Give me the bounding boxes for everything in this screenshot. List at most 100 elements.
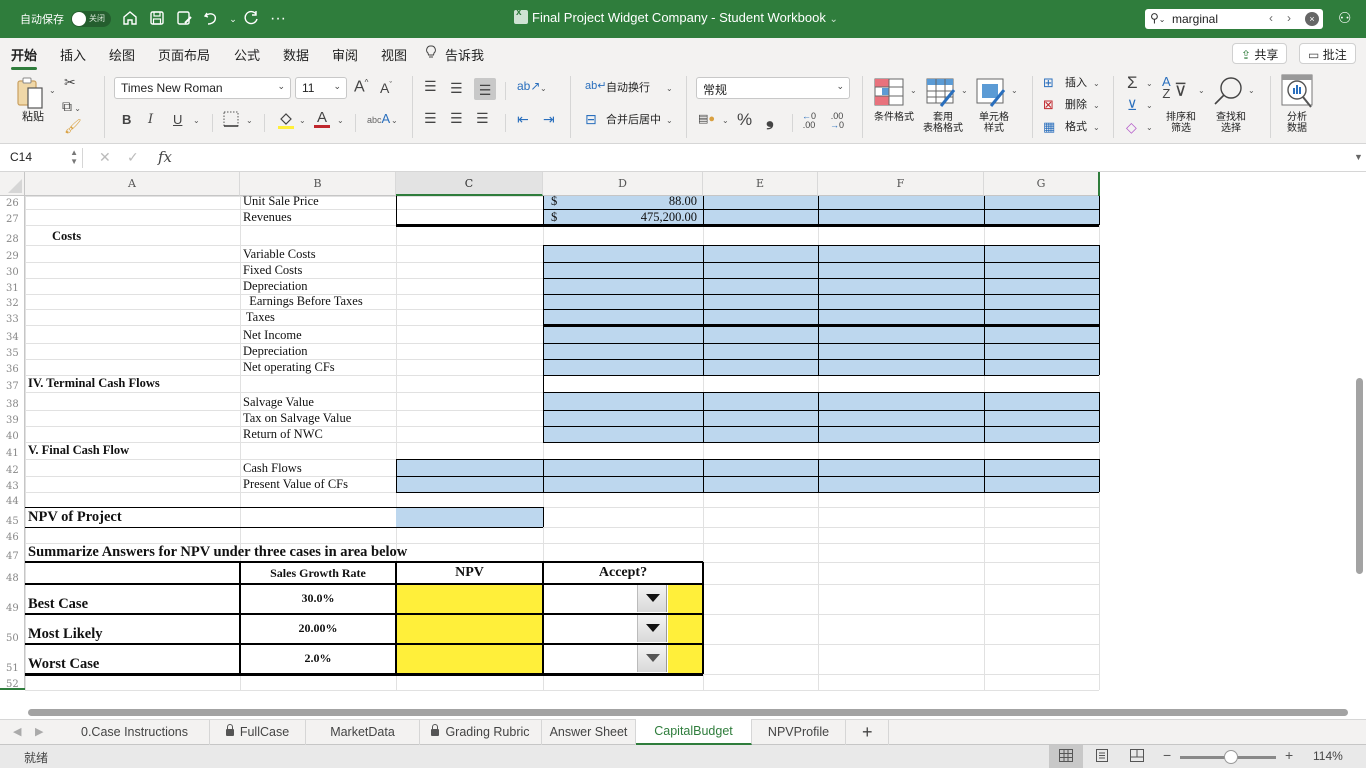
confirm-formula-icon[interactable]: ✓ (127, 149, 139, 166)
sheet-tab-answer-sheet[interactable]: Answer Sheet (542, 720, 636, 745)
sort-filter-dropdown-icon[interactable]: ⌄ (1198, 86, 1205, 95)
sort-filter-icon[interactable]: AZ (1162, 75, 1171, 100)
accounting-format-icon[interactable]: ▤● (698, 112, 715, 125)
tab-review[interactable]: 审阅 (332, 45, 358, 64)
expand-formula-bar-icon[interactable]: ▼ (1354, 152, 1363, 162)
italic-button[interactable]: I (148, 112, 153, 127)
row-header[interactable]: 29 (0, 245, 25, 262)
phonetic-icon[interactable]: abcA (367, 111, 390, 126)
vertical-scrollbar[interactable] (1356, 378, 1363, 574)
sheet-tab-grading-rubric[interactable]: Grading Rubric (420, 720, 542, 745)
decrease-decimal-icon[interactable]: .00 →0 (830, 112, 844, 130)
tab-insert[interactable]: 插入 (60, 45, 86, 64)
tab-page-layout[interactable]: 页面布局 (158, 45, 210, 64)
input-cell-range[interactable] (543, 245, 1099, 375)
find-select-dropdown-icon[interactable]: ⌄ (1248, 86, 1255, 95)
formula-input[interactable] (182, 148, 1347, 168)
row-header[interactable]: 35 (0, 343, 25, 359)
row-header[interactable]: 37 (0, 375, 25, 392)
autosum-icon[interactable]: Σ (1127, 73, 1138, 93)
font-size-dropdown[interactable]: 11 ⌄ (295, 77, 347, 99)
fill-icon[interactable]: ⊻ (1127, 97, 1137, 114)
column-header-a[interactable]: A (25, 172, 240, 196)
dropdown-arrow-icon[interactable] (637, 615, 667, 642)
search-next-icon[interactable]: › (1287, 11, 1291, 25)
align-left-icon[interactable]: ☰ (424, 110, 437, 127)
row-header[interactable]: 50 (0, 614, 25, 644)
row-header[interactable]: 36 (0, 359, 25, 375)
wrap-text-icon[interactable]: ab↵ (585, 79, 606, 92)
conditional-format-dropdown-icon[interactable]: ⌄ (910, 86, 917, 95)
row-header[interactable]: 51 (0, 644, 25, 674)
row-header[interactable]: 49 (0, 584, 25, 614)
row-header[interactable]: 42 (0, 459, 25, 476)
delete-dropdown-icon[interactable]: ⌄ (1093, 101, 1100, 110)
tab-view[interactable]: 视图 (381, 45, 407, 64)
zoom-in-button[interactable]: + (1285, 747, 1293, 763)
increase-indent-icon[interactable]: ⇥ (543, 111, 555, 128)
row-header[interactable]: 46 (0, 527, 25, 543)
row-header[interactable]: 26 (0, 196, 25, 209)
spreadsheet-grid[interactable]: ABCDEFG 26 Unit Sale Price $88.00 27 Revenue… (0, 172, 1366, 702)
increase-font-icon[interactable]: A^ (354, 78, 368, 96)
npv-value[interactable] (396, 644, 543, 674)
npv-value[interactable] (396, 614, 543, 644)
row-header[interactable]: 43 (0, 476, 25, 492)
format-dropdown-icon[interactable]: ⌄ (1093, 123, 1100, 132)
underline-dropdown-icon[interactable]: ⌄ (193, 116, 200, 125)
number-format-dropdown[interactable]: 常规 ⌄ (696, 77, 850, 99)
accept-answer-cell[interactable] (668, 584, 703, 614)
decrease-indent-icon[interactable]: ⇤ (517, 111, 529, 128)
align-center-icon[interactable]: ☰ (450, 110, 463, 127)
row-header[interactable]: 38 (0, 392, 25, 410)
autosave-toggle[interactable]: 关闭 (71, 11, 111, 27)
zoom-slider-handle[interactable] (1224, 750, 1238, 764)
row-header[interactable]: 28 (0, 225, 25, 245)
font-name-dropdown[interactable]: Times New Roman ⌄ (114, 77, 291, 99)
sheet-tab-0-case-instructions[interactable]: 0.Case Instructions (60, 720, 210, 745)
zoom-out-button[interactable]: − (1163, 747, 1171, 763)
accept-value[interactable] (547, 644, 635, 674)
align-right-icon[interactable]: ☰ (476, 110, 489, 127)
format-cells-icon[interactable]: ▦ (1043, 119, 1055, 135)
row-header[interactable]: 39 (0, 410, 25, 426)
name-box[interactable]: C14 ▲ ▼ (4, 148, 83, 168)
row-header[interactable]: 44 (0, 492, 25, 507)
share-button[interactable]: ⇪ 共享 (1232, 43, 1288, 64)
wrap-text-dropdown-icon[interactable]: ⌄ (666, 84, 673, 93)
document-title[interactable]: Final Project Widget Company - Student W… (514, 7, 838, 25)
search-icon[interactable]: ⚲⌄ (1150, 11, 1166, 25)
column-header-c[interactable]: C (396, 172, 543, 196)
cancel-formula-icon[interactable]: ✕ (99, 149, 111, 166)
row-header[interactable]: 30 (0, 262, 25, 278)
filter-icon[interactable]: ⊽ (1174, 80, 1187, 101)
tab-formulas[interactable]: 公式 (234, 45, 260, 64)
input-cell-range[interactable] (543, 392, 1099, 442)
tab-data[interactable]: 数据 (283, 45, 309, 64)
analyze-data-icon[interactable] (1281, 74, 1315, 113)
npv-value[interactable] (396, 584, 543, 614)
redo-icon[interactable] (241, 9, 261, 29)
fill-dropdown-icon[interactable]: ⌄ (1146, 101, 1153, 110)
name-box-spinner-icon[interactable]: ▲ ▼ (70, 148, 78, 166)
value-cell[interactable]: 475,200.00 (543, 209, 697, 225)
zoom-level[interactable]: 114% (1313, 749, 1343, 763)
cut-icon[interactable]: ✂ (64, 74, 76, 91)
format-cells-button[interactable]: 格式 (1065, 122, 1087, 133)
cell-styles-dropdown-icon[interactable]: ⌄ (1011, 86, 1018, 95)
percent-button[interactable]: % (737, 110, 752, 130)
increase-decimal-icon[interactable]: ←0.00 (802, 112, 816, 130)
sheet-tab-fullcase[interactable]: FullCase (210, 720, 306, 745)
row-header[interactable]: 47 (0, 543, 25, 562)
row-header[interactable]: 48 (0, 562, 25, 584)
search-prev-icon[interactable]: ‹ (1269, 11, 1273, 25)
next-sheet-icon[interactable]: ▶ (35, 725, 43, 738)
fill-color-icon[interactable] (277, 110, 295, 133)
save-as-icon[interactable] (174, 9, 194, 29)
insert-function-icon[interactable]: fx (158, 148, 172, 166)
undo-icon[interactable] (201, 9, 221, 29)
phonetic-dropdown-icon[interactable]: ⌄ (391, 116, 398, 125)
column-header-d[interactable]: D (543, 172, 703, 196)
dropdown-arrow-icon[interactable] (637, 645, 667, 672)
accept-value[interactable] (547, 614, 635, 644)
